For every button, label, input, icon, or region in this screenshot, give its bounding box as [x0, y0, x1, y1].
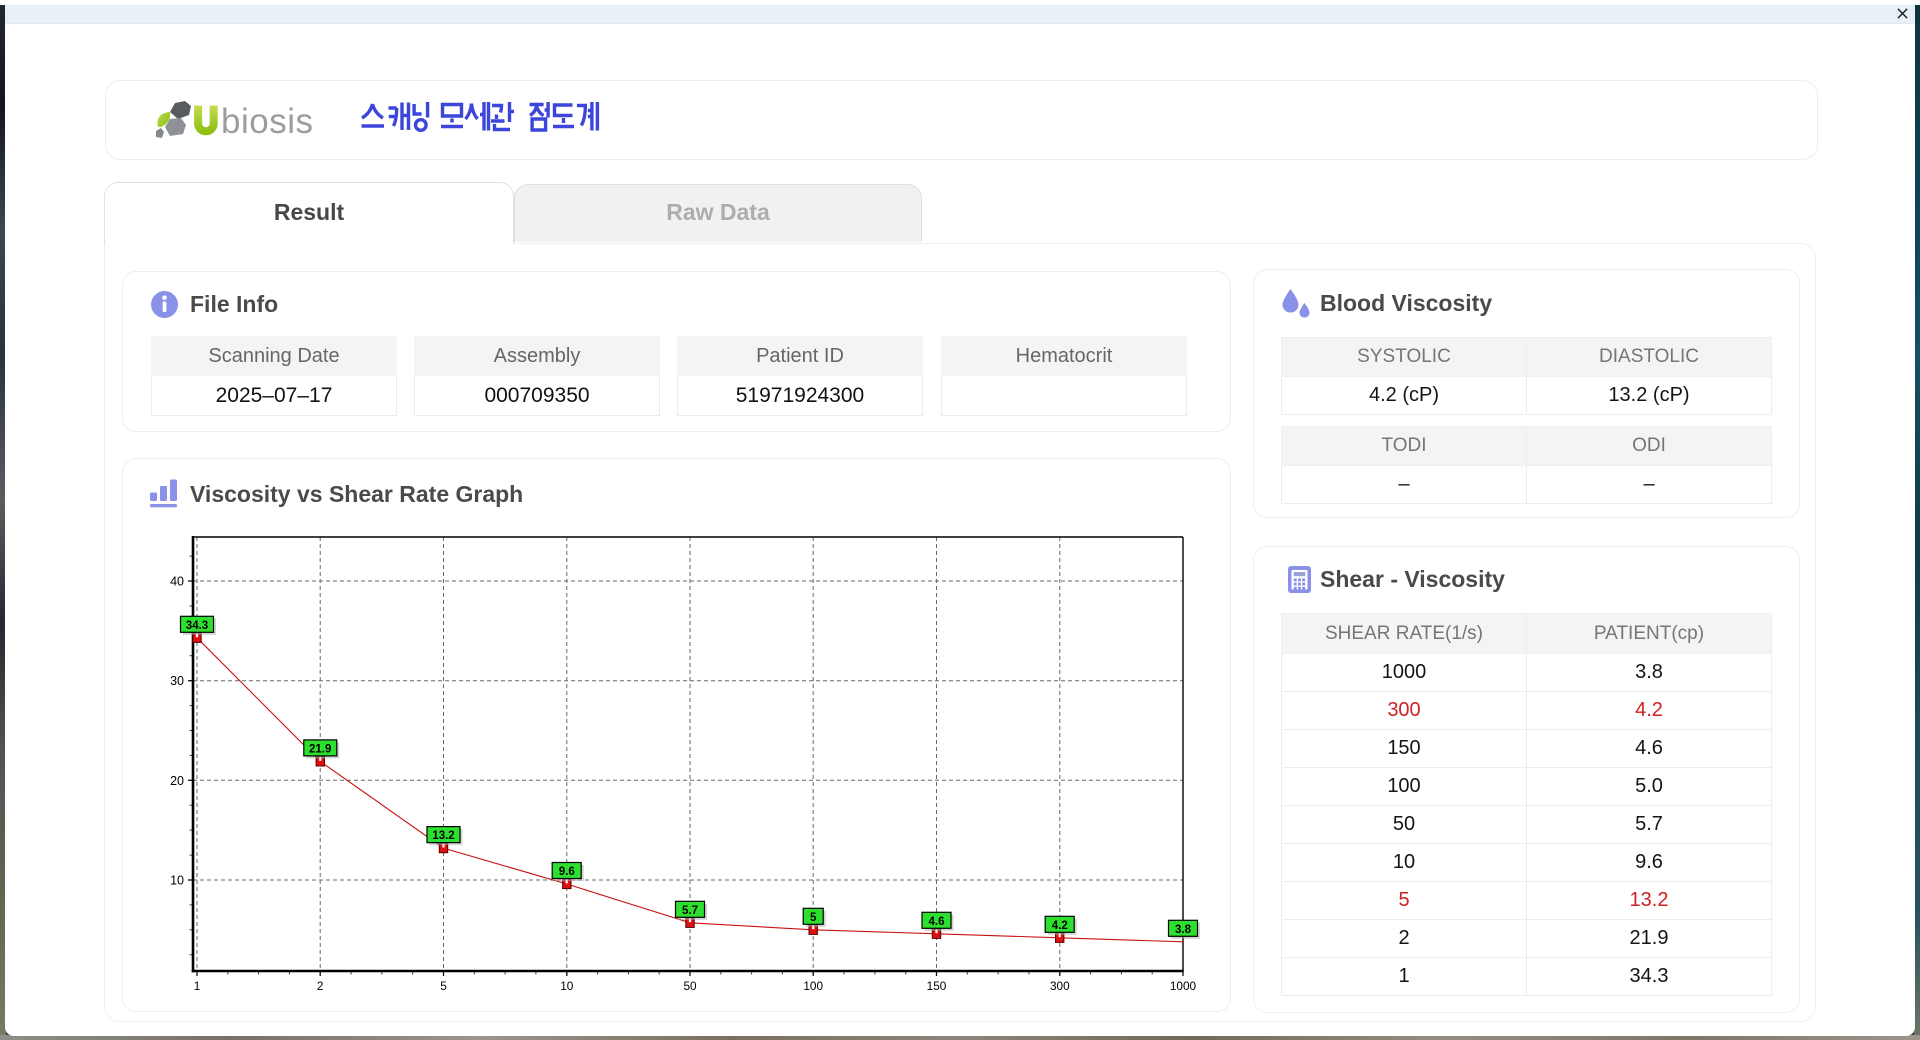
svg-text:3.8: 3.8	[1175, 924, 1192, 936]
svg-text:10: 10	[560, 979, 574, 993]
svg-text:30: 30	[170, 674, 184, 688]
svg-text:1000: 1000	[1170, 979, 1197, 993]
svg-text:13.2: 13.2	[432, 830, 454, 842]
svg-text:5.7: 5.7	[682, 905, 698, 917]
svg-text:9.6: 9.6	[559, 866, 575, 878]
svg-text:5: 5	[440, 979, 447, 993]
svg-text:34.3: 34.3	[186, 620, 208, 632]
svg-text:40: 40	[170, 575, 184, 589]
svg-text:5: 5	[810, 912, 817, 924]
svg-text:50: 50	[683, 979, 697, 993]
svg-text:20: 20	[170, 774, 184, 788]
svg-text:4.6: 4.6	[929, 916, 945, 928]
svg-text:21.9: 21.9	[309, 743, 331, 755]
svg-text:150: 150	[927, 979, 947, 993]
svg-text:4.2: 4.2	[1052, 920, 1068, 932]
svg-text:1: 1	[194, 979, 201, 993]
svg-text:300: 300	[1050, 979, 1070, 993]
svg-text:10: 10	[170, 874, 184, 888]
svg-text:2: 2	[317, 979, 324, 993]
svg-text:100: 100	[803, 979, 823, 993]
